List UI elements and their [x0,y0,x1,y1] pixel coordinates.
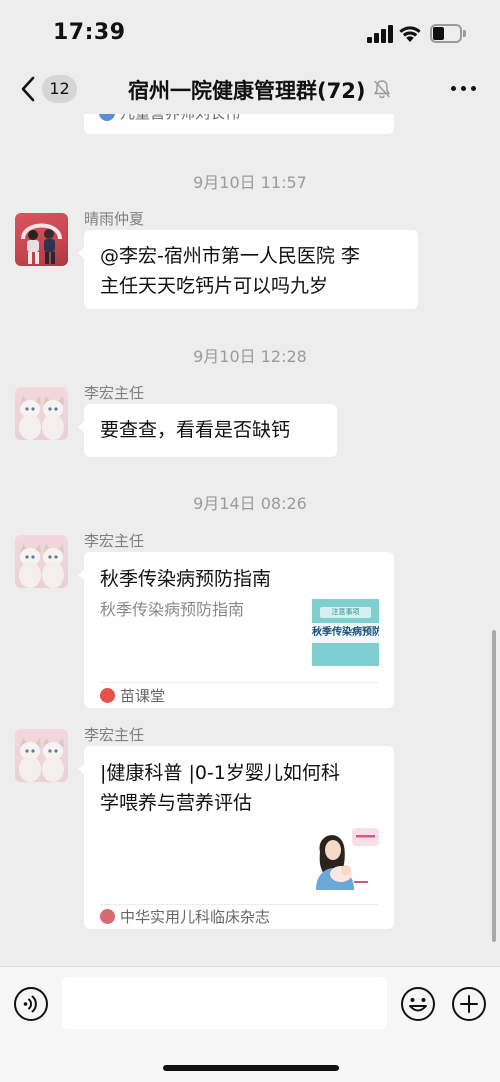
unread-count-badge[interactable]: 12 [42,75,77,103]
card-source: 中华实用儿科临床杂志 [120,908,271,926]
muted-bell-icon [374,80,390,99]
sender-name: 李宏主任 [84,532,145,550]
message-timestamp: 9月10日 11:57 [193,173,307,192]
source-logo-icon [100,909,115,924]
cellular-signal-icon [367,25,393,43]
avatar[interactable] [15,213,68,266]
thumbnail-text: 秋季传染病预防 [312,623,379,643]
card-divider [100,682,378,683]
source-logo-icon [100,688,115,703]
status-bar: 17:39 [0,0,500,64]
card-description: 秋季传染病预防指南 [100,600,245,619]
link-card[interactable]: |健康科普 |0-1岁婴儿如何科 学喂养与营养评估 中华实用儿科临床杂志 [78,746,394,929]
link-card[interactable]: 秋季传染病预防指南 秋季传染病预防指南 注意事项 秋季传染病预防 苗课堂 [78,552,394,708]
home-indicator [163,1065,339,1071]
sender-name: 晴雨仲夏 [84,210,145,228]
input-bar [0,966,500,1082]
plus-icon[interactable] [451,986,487,1022]
avatar[interactable] [15,387,68,440]
chat-header: 12 宿州一院健康管理群(72) [0,64,500,114]
chat-title: 宿州一院健康管理群(72) [128,79,366,103]
card-source: 儿童营养师刘长伟 [120,114,240,123]
message-line: 要查查，看看是否缺钙 [100,419,291,441]
battery-icon [430,24,466,43]
thumbnail-tag: 注意事项 [320,607,371,618]
source-logo-icon [99,114,115,121]
card-thumbnail: 注意事项 秋季传染病预防 [312,599,379,666]
message-bubble[interactable]: @李宏-宿州市第一人民医院 李 主任天天吃钙片可以吗九岁 [78,230,418,309]
back-chevron-icon[interactable] [18,75,40,103]
cats-avatar-icon [19,544,64,588]
card-divider [100,904,378,905]
message-line: 主任天天吃钙片可以吗九岁 [100,275,329,297]
avatar-photo-icon [21,223,62,264]
avatar[interactable] [15,729,68,782]
previous-link-card[interactable]: 儿童营养师刘长伟 [84,114,394,134]
card-title-line: 学喂养与营养评估 [100,792,253,814]
card-source: 苗课堂 [120,687,166,705]
more-options-icon[interactable] [451,86,477,92]
wifi-icon [399,26,421,42]
mother-baby-illustration-icon [316,828,379,890]
sender-name: 李宏主任 [84,726,145,744]
message-timestamp: 9月10日 12:28 [193,347,307,366]
message-bubble[interactable]: 要查查，看看是否缺钙 [78,404,337,457]
avatar[interactable] [15,535,68,588]
emoji-icon[interactable] [400,986,436,1022]
sender-name: 李宏主任 [84,384,145,402]
voice-input-icon[interactable] [13,986,49,1022]
message-list[interactable]: 儿童营养师刘长伟 9月10日 11:57 晴雨仲夏 @李宏-宿州市第一人民医院 … [0,114,500,966]
card-title: 秋季传染病预防指南 [100,568,272,590]
cats-avatar-icon [19,396,64,440]
status-time: 17:39 [53,20,126,45]
scrollbar[interactable] [492,630,496,942]
message-line: @李宏-宿州市第一人民医院 李 [100,245,360,267]
cats-avatar-icon [19,738,64,782]
message-input[interactable] [62,977,387,1029]
card-title-line: |健康科普 |0-1岁婴儿如何科 [100,762,340,784]
card-title: |健康科普 |0-1岁婴儿如何科 学喂养与营养评估 [100,758,380,818]
message-timestamp: 9月14日 08:26 [193,494,307,513]
